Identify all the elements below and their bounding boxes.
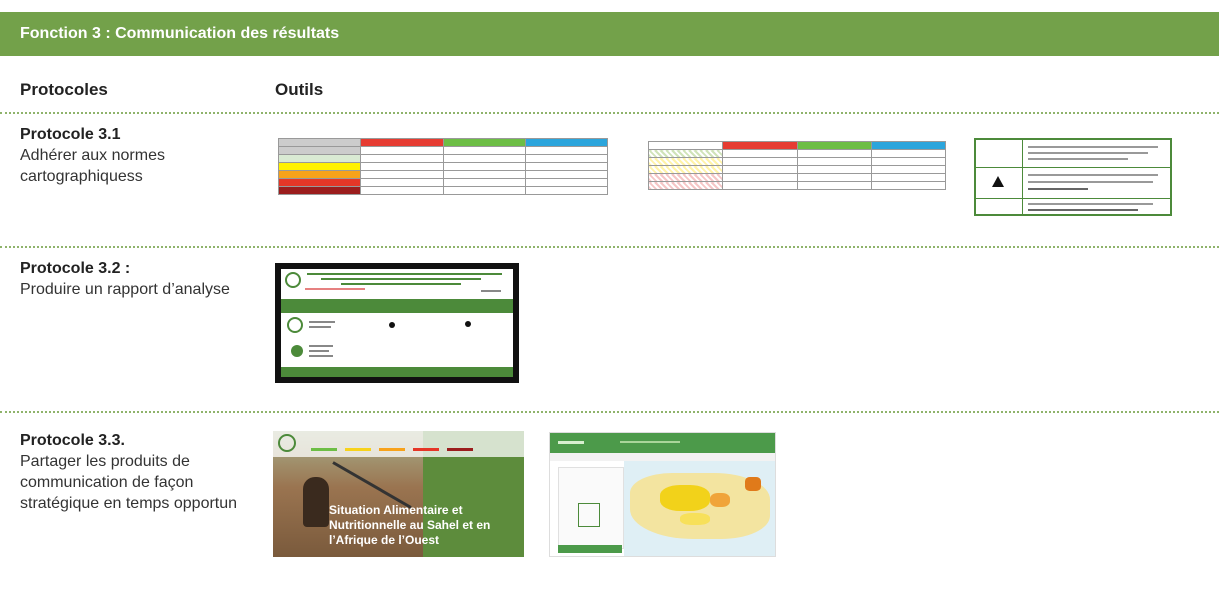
cover-photo-thumbnail: Situation Alimentaire et Nutritionnelle …: [273, 431, 524, 557]
protocol-title: Protocole 3.2 :: [20, 260, 131, 277]
hatched-table-thumbnail: [648, 141, 946, 213]
divider: [0, 246, 1219, 248]
logo-icon: [285, 272, 301, 288]
protocol-title: Protocole 3.1: [20, 126, 121, 143]
protocol-3-1: Protocole 3.1 Adhérer aux normes cartogr…: [20, 124, 240, 187]
protocol-text: Produire un rapport d’analyse: [20, 281, 230, 298]
phase-table-thumbnail: [278, 138, 608, 213]
legend-symbols-thumbnail: [974, 138, 1172, 216]
divider: [0, 411, 1219, 413]
protocol-text: Adhérer aux normes cartographiquess: [20, 147, 165, 185]
protocol-title: Protocole 3.3.: [20, 432, 125, 449]
protocol-3-2: Protocole 3.2 : Produire un rapport d’an…: [20, 258, 240, 300]
function-banner: Fonction 3 : Communication des résultats: [0, 12, 1219, 56]
protocol-text: Partager les produits de communication d…: [20, 453, 238, 512]
report-thumbnail: [275, 263, 519, 383]
banner-title: Fonction 3 : Communication des résultats: [20, 25, 340, 42]
column-header-tools: Outils: [275, 80, 324, 99]
triangle-icon: [992, 176, 1004, 187]
cover-title: Situation Alimentaire et Nutritionnelle …: [329, 503, 491, 547]
protocol-3-3: Protocole 3.3. Partager les produits de …: [20, 430, 240, 514]
website-map-thumbnail: [549, 432, 776, 557]
divider: [0, 112, 1219, 114]
column-header-protocols: Protocoles: [20, 80, 108, 99]
